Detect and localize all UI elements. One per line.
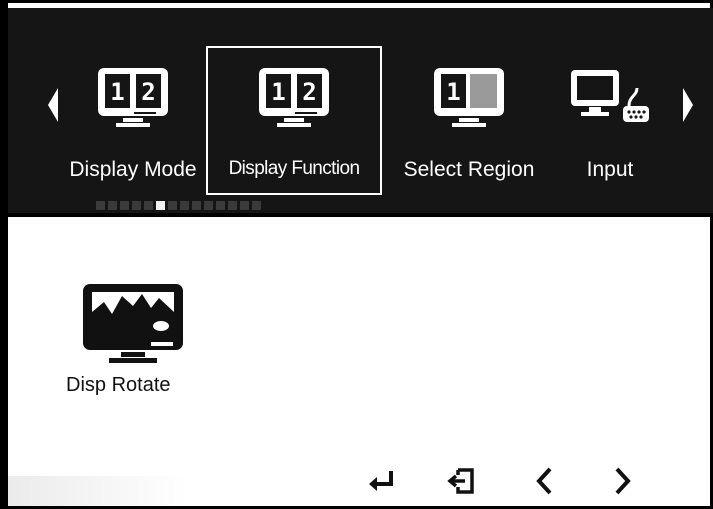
digit-two: 2 bbox=[302, 78, 316, 106]
exit-icon bbox=[447, 468, 474, 494]
menu-item-label: Select Region bbox=[403, 158, 535, 181]
menu-item-display-function[interactable]: 1 2 Display Function bbox=[206, 46, 382, 195]
menu-item-label: Input bbox=[586, 158, 634, 181]
menu-item-select-region[interactable]: 1 Select Region bbox=[384, 48, 554, 193]
page-dot bbox=[240, 201, 249, 210]
page-dot bbox=[168, 201, 177, 210]
chevron-left-icon bbox=[536, 467, 552, 495]
exit-button[interactable] bbox=[446, 466, 478, 496]
page-dot bbox=[180, 201, 189, 210]
menu-bar: 1 2 Display Mode 1 2 Display Function 1 … bbox=[8, 8, 713, 213]
page-dot bbox=[108, 201, 117, 210]
scroll-left-arrow-icon[interactable] bbox=[48, 88, 58, 122]
next-button[interactable] bbox=[606, 466, 638, 496]
page-dot bbox=[216, 201, 225, 210]
enter-button[interactable] bbox=[366, 466, 398, 496]
dual-monitor-12-icon: 1 2 bbox=[98, 68, 168, 127]
menu-item-display-mode[interactable]: 1 2 Display Mode bbox=[60, 48, 206, 193]
content-item-disp-rotate[interactable]: Disp Rotate bbox=[66, 282, 198, 402]
page-dot bbox=[192, 201, 201, 210]
page-dot bbox=[132, 201, 141, 210]
monitor-landscape-icon bbox=[83, 284, 183, 363]
pagination-indicator bbox=[96, 201, 261, 211]
page-dot bbox=[96, 201, 105, 210]
dual-monitor-12-icon: 1 2 bbox=[259, 68, 329, 127]
page-dot bbox=[252, 201, 261, 210]
page-dot-active bbox=[156, 201, 165, 210]
page-dot bbox=[144, 201, 153, 210]
scroll-right-arrow-icon[interactable] bbox=[683, 88, 693, 122]
region-monitor-icon: 1 bbox=[434, 68, 504, 127]
digit-one: 1 bbox=[110, 78, 124, 106]
menu-item-label: Display Function bbox=[228, 158, 360, 179]
left-border bbox=[0, 0, 8, 509]
page-dot bbox=[228, 201, 237, 210]
menu-item-input[interactable]: Input bbox=[560, 48, 660, 193]
enter-return-icon bbox=[369, 471, 393, 491]
chevron-right-icon bbox=[615, 467, 631, 495]
content-item-label: Disp Rotate bbox=[66, 374, 171, 396]
digit-one: 1 bbox=[271, 78, 285, 106]
page-dot bbox=[204, 201, 213, 210]
page-dot bbox=[120, 201, 129, 210]
section-divider bbox=[0, 213, 713, 217]
menu-item-label: Display Mode bbox=[69, 158, 197, 181]
previous-button[interactable] bbox=[530, 466, 562, 496]
digit-one: 1 bbox=[446, 78, 460, 106]
digit-two: 2 bbox=[141, 78, 155, 106]
monitor-input-icon bbox=[571, 70, 649, 122]
bottom-shadow bbox=[8, 476, 188, 506]
